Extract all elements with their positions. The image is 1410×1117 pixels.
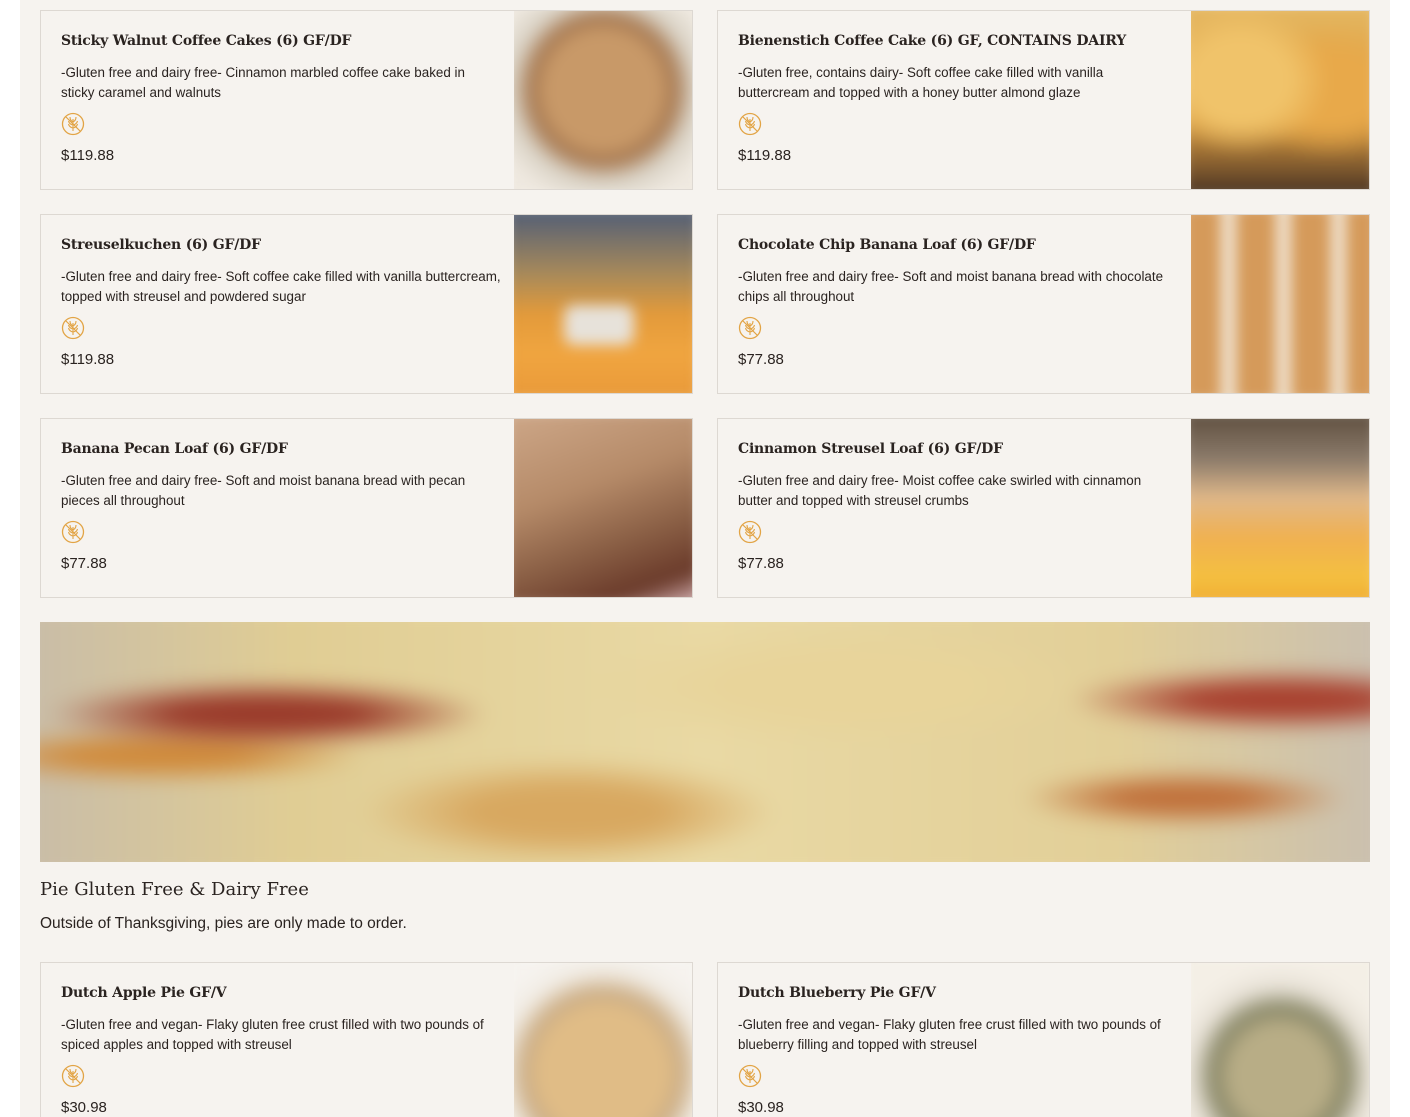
menu-item-title: Dutch Blueberry Pie GF/V (738, 985, 936, 1001)
menu-item-card[interactable]: Dutch Blueberry Pie GF/V -Gluten free an… (717, 962, 1370, 1117)
menu-item-card[interactable]: Chocolate Chip Banana Loaf (6) GF/DF -Gl… (717, 214, 1370, 394)
menu-item-title: Sticky Walnut Coffee Cakes (6) GF/DF (61, 33, 352, 49)
section-banner-image (40, 622, 1370, 862)
menu-item-description: -Gluten free and vegan- Flaky gluten fre… (61, 1017, 484, 1052)
menu-item-photo (514, 11, 692, 189)
menu-item-price: $119.88 (61, 147, 115, 164)
menu-item-photo (1191, 963, 1369, 1117)
gluten-free-icon (61, 1064, 85, 1088)
menu-item-price: $77.88 (738, 351, 784, 368)
gluten-free-icon (61, 112, 85, 136)
section-title: Pie Gluten Free & Dairy Free (40, 879, 309, 900)
gluten-free-icon (738, 316, 762, 340)
gluten-free-icon (61, 520, 85, 544)
section-subtitle: Outside of Thanksgiving, pies are only m… (40, 915, 407, 932)
menu-item-card[interactable]: Dutch Apple Pie GF/V -Gluten free and ve… (40, 962, 693, 1117)
gluten-free-icon (738, 520, 762, 544)
menu-item-photo (514, 963, 692, 1117)
menu-item-title: Streuselkuchen (6) GF/DF (61, 237, 261, 253)
menu-item-photo (1191, 215, 1369, 393)
menu-item-title: Bienenstich Coffee Cake (6) GF, CONTAINS… (738, 33, 1127, 49)
menu-item-price: $119.88 (738, 147, 792, 164)
menu-item-title: Banana Pecan Loaf (6) GF/DF (61, 441, 288, 457)
gluten-free-icon (61, 316, 85, 340)
menu-item-price: $119.88 (61, 351, 115, 368)
menu-item-card[interactable]: Bienenstich Coffee Cake (6) GF, CONTAINS… (717, 10, 1370, 190)
menu-item-card[interactable]: Streuselkuchen (6) GF/DF -Gluten free an… (40, 214, 693, 394)
menu-item-price: $30.98 (61, 1099, 107, 1116)
menu-item-description: -Gluten free and dairy free- Cinnamon ma… (61, 65, 465, 100)
menu-item-photo (514, 215, 692, 393)
menu-item-title: Cinnamon Streusel Loaf (6) GF/DF (738, 441, 1003, 457)
menu-item-description: -Gluten free and dairy free- Soft coffee… (61, 269, 501, 304)
menu-item-title: Chocolate Chip Banana Loaf (6) GF/DF (738, 237, 1036, 253)
menu-item-price: $77.88 (61, 555, 107, 572)
menu-item-card[interactable]: Sticky Walnut Coffee Cakes (6) GF/DF -Gl… (40, 10, 693, 190)
menu-item-photo (1191, 419, 1369, 597)
menu-item-description: -Gluten free and vegan- Flaky gluten fre… (738, 1017, 1161, 1052)
menu-item-card[interactable]: Cinnamon Streusel Loaf (6) GF/DF -Gluten… (717, 418, 1370, 598)
menu-item-description: -Gluten free, contains dairy- Soft coffe… (738, 65, 1104, 100)
menu-item-title: Dutch Apple Pie GF/V (61, 985, 227, 1001)
gluten-free-icon (738, 112, 762, 136)
menu-item-photo (514, 419, 692, 597)
menu-item-price: $30.98 (738, 1099, 784, 1116)
menu-item-description: -Gluten free and dairy free- Moist coffe… (738, 473, 1142, 508)
menu-page: Sticky Walnut Coffee Cakes (6) GF/DF -Gl… (20, 0, 1390, 1117)
menu-item-card[interactable]: Banana Pecan Loaf (6) GF/DF -Gluten free… (40, 418, 693, 598)
menu-item-photo (1191, 11, 1369, 189)
gluten-free-icon (738, 1064, 762, 1088)
menu-item-description: -Gluten free and dairy free- Soft and mo… (738, 269, 1164, 304)
menu-item-price: $77.88 (738, 555, 784, 572)
menu-item-description: -Gluten free and dairy free- Soft and mo… (61, 473, 466, 508)
